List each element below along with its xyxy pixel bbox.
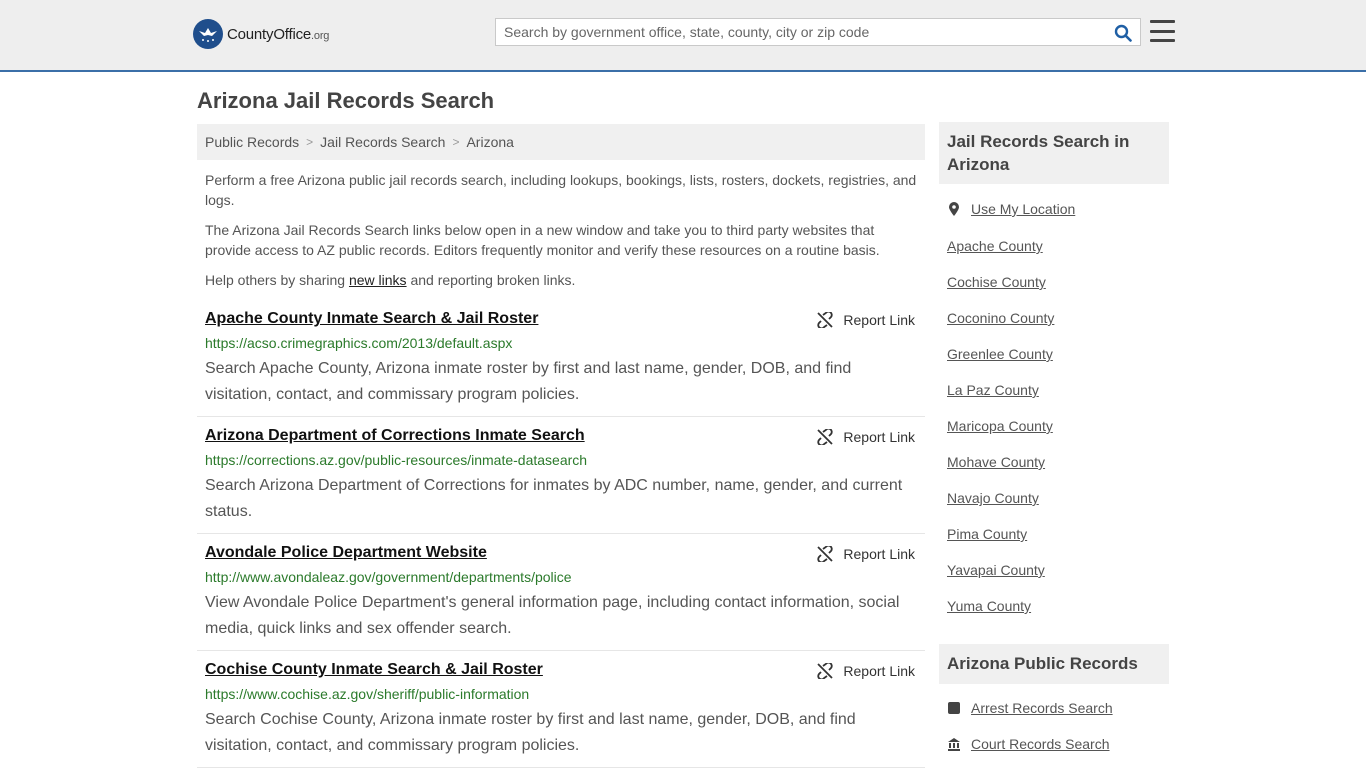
- site-logo[interactable]: CountyOffice.org: [193, 19, 329, 49]
- logo-wordmark: CountyOffice.org: [227, 25, 330, 43]
- sidebar-county-yavapai[interactable]: Yavapai County: [947, 562, 1045, 578]
- sidebar-heading-jail-records: Jail Records Search in Arizona: [939, 122, 1169, 184]
- sidebar-county-la-paz[interactable]: La Paz County: [947, 382, 1039, 398]
- result-item: Cochise County Inmate Search & Jail Rost…: [197, 661, 925, 768]
- result-title-link[interactable]: Apache County Inmate Search & Jail Roste…: [205, 310, 538, 328]
- broken-link-icon: [817, 312, 834, 328]
- intro-paragraph-2: The Arizona Jail Records Search links be…: [205, 222, 880, 258]
- sidebar-county-cochise[interactable]: Cochise County: [947, 274, 1046, 290]
- breadcrumb-arizona[interactable]: Arizona: [466, 134, 513, 150]
- sidebar-county-mohave[interactable]: Mohave County: [947, 454, 1045, 470]
- square-icon: [948, 702, 960, 714]
- report-link-button[interactable]: Report Link: [817, 429, 915, 445]
- court-records-link[interactable]: Court Records Search: [947, 736, 1110, 752]
- breadcrumb-jail-records-search[interactable]: Jail Records Search: [320, 134, 445, 150]
- result-description: Search Apache County, Arizona inmate ros…: [205, 360, 852, 403]
- result-title-link[interactable]: Cochise County Inmate Search & Jail Rost…: [205, 661, 543, 679]
- breadcrumb: Public Records > Jail Records Search > A…: [197, 124, 925, 160]
- sidebar-county-yuma[interactable]: Yuma County: [947, 598, 1031, 614]
- search-input[interactable]: [496, 19, 1096, 45]
- result-url: https://corrections.az.gov/public-resour…: [205, 452, 588, 468]
- breadcrumb-public-records[interactable]: Public Records: [205, 134, 299, 150]
- result-item: Apache County Inmate Search & Jail Roste…: [197, 310, 925, 417]
- arrest-records-link[interactable]: Arrest Records Search: [947, 700, 1113, 716]
- result-item: Arizona Department of Corrections Inmate…: [197, 427, 925, 534]
- search-button[interactable]: [1112, 22, 1134, 44]
- result-description: View Avondale Police Department's genera…: [205, 594, 900, 637]
- hamburger-menu-icon[interactable]: [1150, 19, 1175, 43]
- result-title-link[interactable]: Arizona Department of Corrections Inmate…: [205, 427, 585, 445]
- result-description: Search Arizona Department of Corrections…: [205, 477, 903, 520]
- sidebar-county-coconino[interactable]: Coconino County: [947, 310, 1054, 326]
- sidebar-heading-public-records: Arizona Public Records: [939, 644, 1169, 684]
- report-link-button[interactable]: Report Link: [817, 663, 915, 679]
- new-links-link[interactable]: new links: [349, 272, 407, 288]
- breadcrumb-separator: >: [306, 135, 314, 149]
- site-header: CountyOffice.org: [0, 0, 1366, 72]
- result-url: http://www.avondaleaz.gov/government/dep…: [205, 569, 572, 585]
- use-my-location-link[interactable]: Use My Location: [947, 201, 1075, 217]
- broken-link-icon: [817, 663, 834, 679]
- report-link-button[interactable]: Report Link: [817, 312, 915, 328]
- page-title: Arizona Jail Records Search: [197, 88, 495, 113]
- search-box: [495, 18, 1141, 46]
- result-url: https://www.cochise.az.gov/sheriff/publi…: [205, 686, 530, 702]
- breadcrumb-separator: >: [452, 135, 460, 149]
- result-url: https://acso.crimegraphics.com/2013/defa…: [205, 335, 513, 351]
- sidebar-county-pima[interactable]: Pima County: [947, 526, 1027, 542]
- intro-paragraph-1: Perform a free Arizona public jail recor…: [205, 172, 917, 208]
- sidebar-county-apache[interactable]: Apache County: [947, 238, 1043, 254]
- report-link-button[interactable]: Report Link: [817, 546, 915, 562]
- search-icon: [1114, 24, 1132, 42]
- courthouse-icon: [948, 738, 960, 751]
- sidebar-county-greenlee[interactable]: Greenlee County: [947, 346, 1053, 362]
- result-title-link[interactable]: Avondale Police Department Website: [205, 544, 487, 562]
- intro-paragraph-3: Help others by sharing new links and rep…: [205, 272, 576, 288]
- broken-link-icon: [817, 429, 834, 445]
- map-pin-icon: [949, 202, 959, 216]
- eagle-logo-icon: [193, 19, 223, 49]
- result-item: Avondale Police Department Website Repor…: [197, 544, 925, 651]
- broken-link-icon: [817, 546, 834, 562]
- result-description: Search Cochise County, Arizona inmate ro…: [205, 711, 856, 754]
- sidebar-county-navajo[interactable]: Navajo County: [947, 490, 1039, 506]
- sidebar-county-maricopa[interactable]: Maricopa County: [947, 418, 1053, 434]
